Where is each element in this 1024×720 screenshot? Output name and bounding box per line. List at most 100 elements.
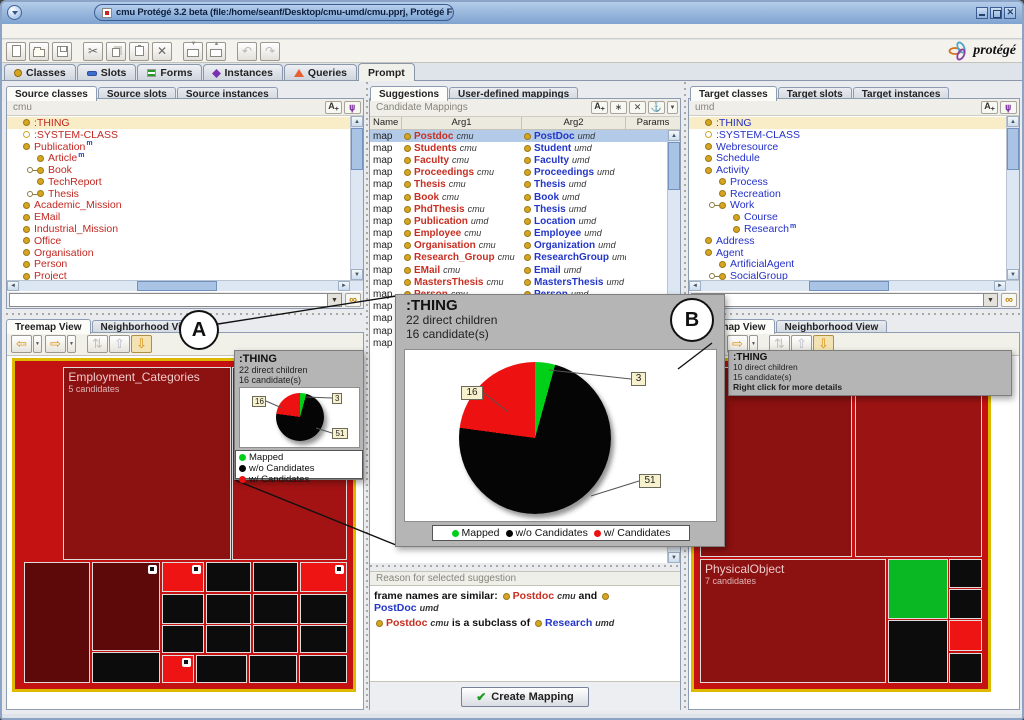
tree-row[interactable]: Agent: [689, 247, 1019, 259]
target-tree-hscrollbar[interactable]: ◄ ►: [689, 280, 1019, 291]
mapping-row[interactable]: map Bookcmu Bookumd: [370, 191, 667, 203]
source-class-combobox[interactable]: ▼: [9, 293, 342, 307]
treemap-cell[interactable]: [206, 594, 251, 624]
target-treemap[interactable]: Agent 4 candidates PhysicalObject 7 cand…: [691, 358, 991, 692]
mapping-row[interactable]: map MastersThesiscmu MastersThesisumd: [370, 276, 667, 288]
menu-item[interactable]: [47, 36, 61, 37]
tree-row[interactable]: Webresource: [689, 141, 1019, 153]
nav-forward-dropdown[interactable]: ▼: [67, 335, 76, 353]
main-tab[interactable]: Queries: [284, 64, 357, 81]
mapping-row[interactable]: map Publicationumd Locationumd: [370, 215, 667, 227]
treemap-cell[interactable]: [888, 559, 947, 618]
main-tab[interactable]: Classes: [4, 64, 76, 81]
main-tab[interactable]: Slots: [77, 64, 137, 81]
scroll-down-icon[interactable]: ▼: [668, 552, 680, 563]
tree-row[interactable]: Book: [7, 164, 363, 176]
nav-sync-button[interactable]: ⇅: [87, 335, 108, 353]
find-class-button[interactable]: A+: [325, 101, 342, 114]
source-subtab[interactable]: Source classes: [6, 86, 97, 101]
remove-suggestion-button[interactable]: ✕: [629, 101, 646, 114]
find-mapping-button[interactable]: A+: [591, 101, 608, 114]
treemap-cell[interactable]: PhysicalObject 7 candidates: [700, 559, 886, 683]
treemap-cell[interactable]: [92, 562, 160, 650]
minimize-button[interactable]: [976, 7, 988, 19]
target-tree-vscrollbar[interactable]: ▲ ▼: [1006, 116, 1019, 280]
nav-forward-button[interactable]: ⇨: [45, 335, 66, 353]
nav-back-dropdown[interactable]: ▼: [33, 335, 42, 353]
tree-row[interactable]: Research m: [689, 223, 1019, 235]
main-tab[interactable]: Prompt: [358, 63, 415, 81]
tree-row[interactable]: Person: [7, 259, 363, 271]
scroll-left-icon[interactable]: ◄: [689, 281, 701, 291]
treemap-cell[interactable]: [299, 655, 347, 683]
tree-row[interactable]: ArtificialAgent: [689, 259, 1019, 271]
middle-splitter[interactable]: [370, 563, 680, 571]
new-project-button[interactable]: [6, 42, 26, 61]
treemap-cell[interactable]: [949, 620, 982, 652]
combo-dropdown-icon[interactable]: ▼: [327, 294, 341, 306]
mapping-row[interactable]: map Thesiscmu Thesisumd: [370, 179, 667, 191]
left-column-splitter[interactable]: [365, 82, 368, 712]
tree-row[interactable]: Article m: [7, 152, 363, 164]
tree-row[interactable]: :THING: [7, 117, 363, 129]
nav-down-button[interactable]: ⇩: [131, 335, 152, 353]
treemap-cell[interactable]: [196, 655, 246, 683]
treemap-cell[interactable]: [300, 625, 347, 653]
archive-button[interactable]: [183, 42, 203, 61]
mapping-row[interactable]: map EMailcmu Emailumd: [370, 264, 667, 276]
menu-item[interactable]: [89, 36, 103, 37]
paste-button[interactable]: [129, 42, 149, 61]
search-binoculars-button[interactable]: ∞: [345, 293, 361, 307]
scroll-left-icon[interactable]: ◄: [7, 281, 19, 291]
target-class-combobox[interactable]: ▼: [691, 293, 998, 307]
tree-row[interactable]: TechReport: [7, 176, 363, 188]
open-project-button[interactable]: [29, 42, 49, 61]
view-subtab[interactable]: Treemap View: [6, 319, 91, 334]
scroll-right-icon[interactable]: ►: [338, 281, 350, 291]
treemap-cell[interactable]: [253, 625, 298, 653]
expand-toggle-icon[interactable]: [27, 166, 37, 174]
treemap-cell[interactable]: [253, 562, 298, 592]
tree-row[interactable]: EMail: [7, 211, 363, 223]
target-subtab[interactable]: Target classes: [690, 86, 777, 101]
tree-row[interactable]: Academic_Mission: [7, 200, 363, 212]
treemap-cell[interactable]: Employment_Categories 5 candidates: [63, 367, 230, 560]
scroll-right-icon[interactable]: ►: [994, 281, 1006, 291]
menu-item[interactable]: [19, 36, 33, 37]
expand-toggle-icon[interactable]: [709, 201, 719, 209]
tree-row[interactable]: Work: [689, 200, 1019, 212]
mapping-row[interactable]: map Employeecmu Employeeumd: [370, 228, 667, 240]
cut-button[interactable]: ✂: [83, 42, 103, 61]
treemap-cell[interactable]: [162, 594, 204, 624]
mapping-row[interactable]: map Research_Groupcmu ResearchGroupumd: [370, 252, 667, 264]
treemap-cell[interactable]: [300, 594, 347, 624]
mapping-row[interactable]: map Postdoccmu PostDocumd: [370, 130, 667, 142]
export-button[interactable]: [206, 42, 226, 61]
tree-row[interactable]: Organisation: [7, 247, 363, 259]
treemap-cell[interactable]: [162, 655, 195, 683]
nav-back-button[interactable]: ⇦: [11, 335, 32, 353]
tree-row[interactable]: Thesis: [7, 188, 363, 200]
menu-item[interactable]: [75, 36, 89, 37]
treemap-cell[interactable]: [162, 625, 204, 653]
main-tab[interactable]: Instances: [203, 64, 282, 81]
nav-up-button[interactable]: ⇧: [109, 335, 130, 353]
more-options-button[interactable]: ▼: [667, 101, 678, 114]
close-button[interactable]: [1004, 7, 1016, 19]
mapping-row[interactable]: map Studentscmu Studentumd: [370, 142, 667, 154]
class-hierarchy-button[interactable]: ⋔: [344, 101, 361, 114]
suggestions-subtab[interactable]: Suggestions: [370, 86, 448, 101]
scroll-down-icon[interactable]: ▼: [1007, 269, 1019, 280]
copy-button[interactable]: [106, 42, 126, 61]
anchor-button[interactable]: ⚓: [648, 101, 665, 114]
tree-row[interactable]: :THING: [689, 117, 1019, 129]
treemap-cell[interactable]: [253, 594, 298, 624]
mapping-row[interactable]: map Proceedingscmu Proceedingsumd: [370, 167, 667, 179]
collapse-button[interactable]: ∗: [610, 101, 627, 114]
undo-button[interactable]: ↶: [237, 42, 257, 61]
find-class-button[interactable]: A+: [981, 101, 998, 114]
treemap-cell[interactable]: [24, 562, 91, 683]
mapping-row[interactable]: map Organisationcmu Organizationumd: [370, 240, 667, 252]
treemap-cell[interactable]: [949, 589, 982, 618]
tree-row[interactable]: Recreation: [689, 188, 1019, 200]
